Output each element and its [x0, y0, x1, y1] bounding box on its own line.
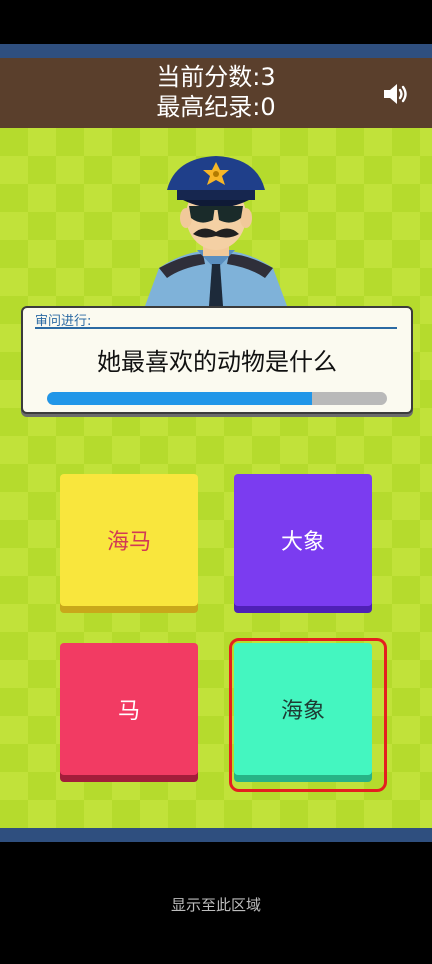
score-header: 当前分数:3 最高纪录:0 [0, 58, 432, 128]
answer-button-1[interactable]: 海马 [60, 474, 198, 606]
police-officer-icon [145, 156, 287, 306]
answer-label-2: 大象 [280, 530, 325, 555]
game-area: 审问进行: 她最喜欢的动物是什么 海马 大象 马 海象 [0, 128, 432, 828]
top-divider [0, 44, 432, 58]
timer-progress-bar [47, 392, 387, 405]
footer-area: 显示至此区域 [0, 842, 432, 964]
answer-label-3: 马 [117, 699, 140, 724]
dialog-divider [35, 327, 397, 329]
question-dialog: 审问进行: 她最喜欢的动物是什么 [21, 306, 413, 414]
status-bar [0, 0, 432, 44]
selection-highlight [229, 638, 387, 792]
timer-progress-fill [47, 392, 313, 405]
speaker-icon[interactable] [382, 82, 410, 106]
high-score: 最高纪录:0 [156, 93, 276, 121]
question-text: 她最喜欢的动物是什么 [97, 348, 337, 376]
footer-text: 显示至此区域 [170, 896, 261, 914]
answer-label-1: 海马 [106, 530, 151, 555]
answer-button-2[interactable]: 大象 [234, 474, 372, 606]
bottom-divider [0, 828, 432, 842]
answer-button-3[interactable]: 马 [60, 643, 198, 775]
current-score: 当前分数:3 [156, 63, 276, 91]
